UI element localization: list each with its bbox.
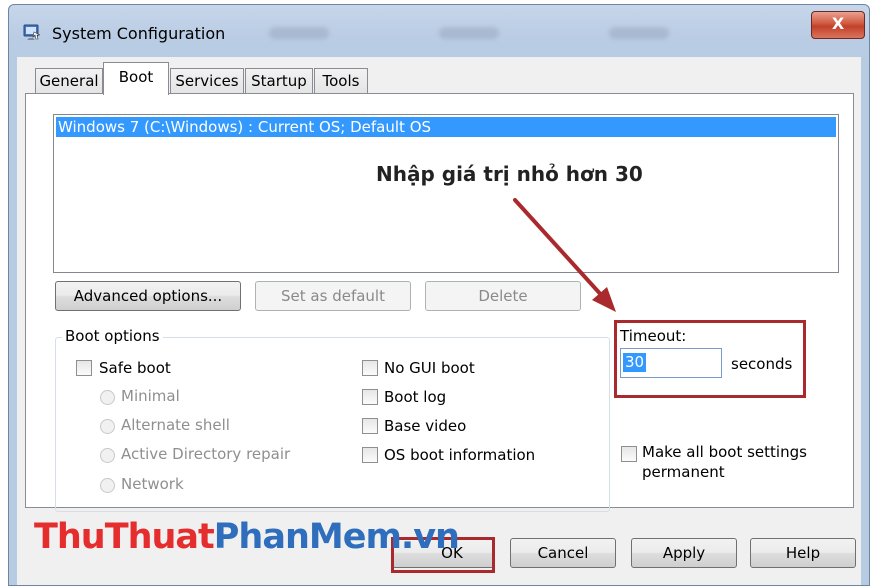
tab-tools[interactable]: Tools: [314, 68, 368, 93]
boot-log-checkbox[interactable]: [362, 389, 378, 405]
watermark-part3: .vn: [400, 517, 460, 557]
make-permanent-checkbox[interactable]: [621, 446, 637, 462]
set-as-default-button[interactable]: Set as default: [255, 281, 411, 311]
minimal-radio[interactable]: [100, 390, 115, 405]
safe-boot-label: Safe boot: [99, 359, 171, 377]
system-configuration-icon: [23, 24, 41, 40]
minimal-label: Minimal: [121, 387, 180, 405]
window-title: System Configuration: [52, 24, 226, 43]
tab-services[interactable]: Services: [170, 68, 244, 93]
os-list[interactable]: Windows 7 (C:\Windows) : Current OS; Def…: [53, 114, 839, 273]
watermark-part2: PhanMem: [213, 517, 402, 557]
watermark-part1: ThuThuat: [34, 517, 215, 557]
os-boot-information-label: OS boot information: [384, 446, 536, 464]
blurred-background-text: [439, 27, 499, 39]
watermark-logo: ThuThuatPhanMem.vn: [34, 517, 460, 557]
safe-boot-checkbox[interactable]: [76, 360, 92, 376]
apply-button[interactable]: Apply: [631, 538, 737, 568]
base-video-checkbox[interactable]: [362, 418, 378, 434]
tab-startup[interactable]: Startup: [245, 68, 313, 93]
alternate-shell-radio[interactable]: [100, 419, 115, 434]
os-list-item-selected[interactable]: Windows 7 (C:\Windows) : Current OS; Def…: [56, 117, 836, 137]
active-directory-repair-radio[interactable]: [100, 448, 115, 463]
advanced-options-button[interactable]: Advanced options...: [55, 281, 241, 311]
make-permanent-label-line1: Make all boot settings: [642, 443, 807, 461]
os-boot-information-checkbox[interactable]: [362, 447, 378, 463]
tab-general[interactable]: General: [35, 68, 103, 93]
title-bar[interactable]: System Configuration X: [9, 5, 869, 57]
blurred-background-text: [609, 27, 669, 39]
network-label: Network: [121, 475, 184, 493]
no-gui-boot-checkbox[interactable]: [362, 360, 378, 376]
alternate-shell-label: Alternate shell: [121, 416, 230, 434]
tab-boot[interactable]: Boot: [103, 62, 169, 95]
network-radio[interactable]: [100, 478, 115, 493]
close-button[interactable]: X: [811, 11, 865, 39]
annotation-text: Nhập giá trị nhỏ hơn 30: [376, 162, 643, 186]
timeout-highlight-box: [614, 320, 806, 398]
close-icon: X: [831, 14, 845, 33]
help-button[interactable]: Help: [750, 538, 856, 568]
base-video-label: Base video: [384, 417, 467, 435]
blurred-background-text: [269, 27, 329, 39]
boot-log-label: Boot log: [384, 388, 447, 406]
active-directory-repair-label: Active Directory repair: [121, 445, 291, 463]
make-permanent-label-line2: permanent: [642, 463, 725, 481]
delete-button[interactable]: Delete: [425, 281, 581, 311]
cancel-button[interactable]: Cancel: [510, 538, 616, 568]
boot-options-title: Boot options: [62, 327, 163, 345]
no-gui-boot-label: No GUI boot: [384, 359, 475, 377]
